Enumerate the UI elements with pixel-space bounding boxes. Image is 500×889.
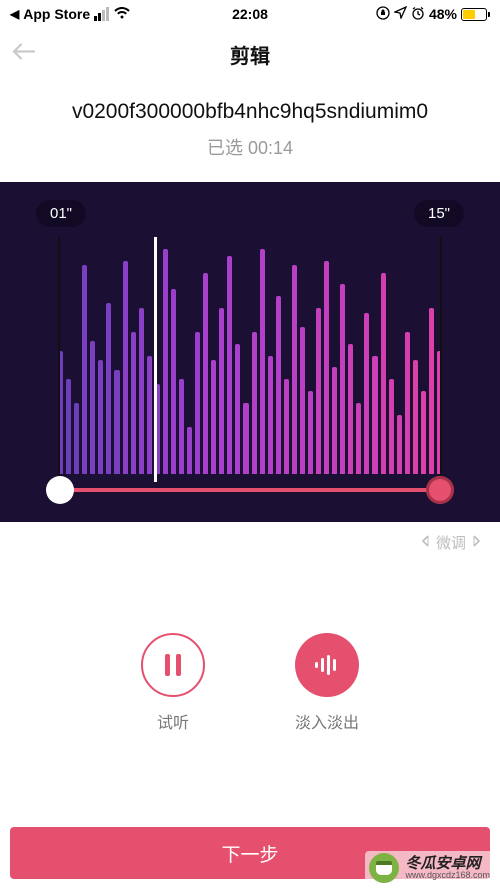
start-time-pill: 01" [36,200,86,227]
waveform-bar [397,415,402,474]
waveform-bar [300,327,305,474]
waveform-bar [98,360,103,474]
location-icon [394,6,407,22]
waveform-bar [74,403,79,474]
waveform-bar [356,403,361,474]
waveform-bar [308,391,313,474]
fade-label: 淡入淡出 [295,709,359,733]
status-left: ◀ App Store [10,6,131,22]
waveform-bar [284,379,289,474]
fine-tune-button[interactable]: 微调 [0,522,500,563]
waveform-bar [243,403,248,474]
nav-bar: 剪辑 [0,28,500,80]
next-button[interactable]: 下一步 [10,827,490,879]
selected-duration: 已选 00:14 [10,134,490,160]
fine-tune-label: 微调 [436,532,466,553]
waveform-bar [252,332,257,474]
waveform-icon [312,654,342,676]
preview-label: 试听 [157,709,189,733]
pause-icon [162,652,184,678]
trim-track [58,488,442,492]
playhead[interactable] [154,237,157,482]
waveform-bar [114,370,119,474]
fade-button[interactable] [295,633,359,697]
waveform-bar [187,427,192,474]
back-icon[interactable] [10,41,36,68]
waveform-bar [413,360,418,474]
waveform-bar [292,265,297,474]
page-title: 剪辑 [0,40,500,69]
back-to-app-label[interactable]: App Store [23,6,90,22]
preview-button[interactable] [141,633,205,697]
waveform-bar [340,284,345,474]
back-to-app-icon[interactable]: ◀ [10,7,19,21]
battery-percent: 48% [429,6,457,22]
waveform [58,237,442,474]
waveform-bar [381,273,386,474]
waveform-bar [227,256,232,474]
wifi-icon [113,6,131,22]
trim-guide-left [58,237,60,482]
waveform-bar [235,344,240,474]
waveform-editor[interactable]: 01" 15" [0,182,500,522]
chevron-left-icon [418,533,434,553]
chevron-right-icon [468,533,484,553]
alarm-icon [411,6,425,23]
waveform-bar [106,303,111,474]
trim-handle-end[interactable] [426,476,454,504]
battery-icon [461,8,490,21]
waveform-bar [316,308,321,474]
waveform-bar [131,332,136,474]
waveform-bar [195,332,200,474]
waveform-bar [260,249,265,474]
waveform-bar [163,249,168,474]
end-time-pill: 15" [414,200,464,227]
controls-row: 试听 淡入淡出 [0,563,500,733]
waveform-bar [211,360,216,474]
waveform-bar [389,379,394,474]
fade-control: 淡入淡出 [295,633,359,733]
preview-control: 试听 [141,633,205,733]
waveform-bar [324,261,329,474]
trim-guide-right [440,237,442,482]
waveform-bar [123,261,128,474]
waveform-bar [268,356,273,475]
waveform-bar [421,391,426,474]
waveform-bar [405,332,410,474]
waveform-bar [147,356,152,475]
status-right: 48% [376,6,490,23]
waveform-bar [348,344,353,474]
orientation-lock-icon [376,6,390,23]
waveform-bar [171,289,176,474]
waveform-bar [66,379,71,474]
waveform-bar [203,273,208,474]
cellular-signal-icon [94,7,109,21]
trim-handle-start[interactable] [46,476,74,504]
waveform-bar [372,356,377,475]
filename-label: v0200f300000bfb4nhc9hq5sndiumim0 [10,100,490,124]
waveform-bar [364,313,369,474]
waveform-bar [179,379,184,474]
waveform-bar [332,367,337,474]
waveform-bar [276,296,281,474]
status-time: 22:08 [232,6,268,22]
waveform-bar [82,265,87,474]
next-button-label: 下一步 [221,840,278,867]
waveform-bar [90,341,95,474]
file-info: v0200f300000bfb4nhc9hq5sndiumim0 已选 00:1… [0,80,500,178]
waveform-bar [429,308,434,474]
status-bar: ◀ App Store 22:08 48% [0,0,500,28]
waveform-bar [139,308,144,474]
waveform-bar [219,308,224,474]
